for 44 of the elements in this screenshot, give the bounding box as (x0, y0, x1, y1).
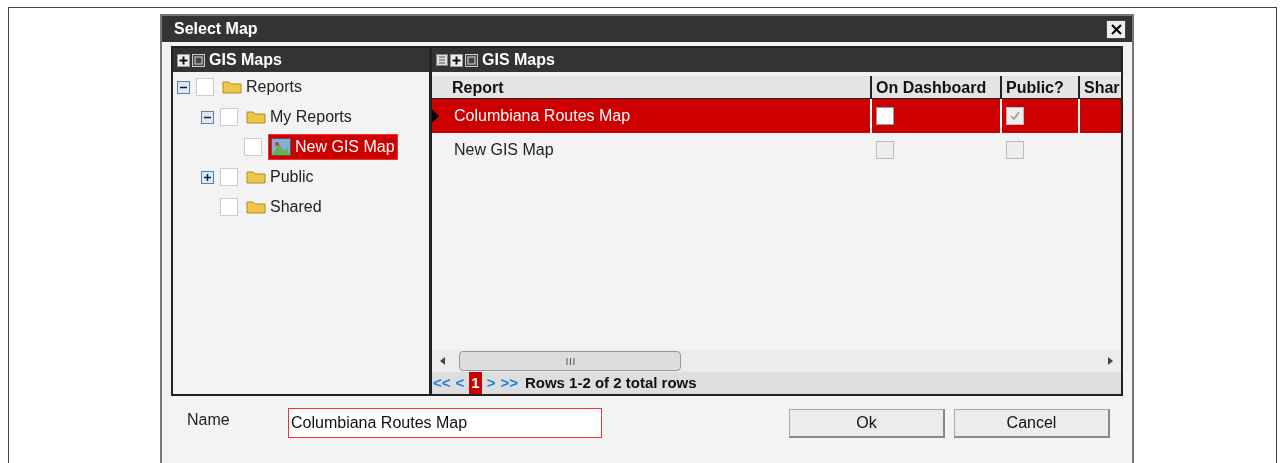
expand-icon[interactable] (201, 170, 214, 184)
collapse-all-icon[interactable] (192, 53, 205, 67)
scroll-right-icon[interactable] (1108, 357, 1113, 365)
table-cell-text: New GIS Map (453, 140, 555, 160)
folder-icon (246, 170, 266, 184)
close-button[interactable] (1106, 19, 1126, 39)
close-icon (1110, 23, 1122, 35)
tree-item[interactable]: New GIS Map (268, 134, 398, 160)
panel-title: GIS Maps (209, 50, 282, 70)
horizontal-scrollbar[interactable] (432, 350, 1121, 372)
checkbox[interactable] (244, 138, 262, 156)
collapse-all-icon[interactable] (465, 53, 478, 67)
expand-all-icon[interactable] (450, 53, 463, 67)
panel-title: GIS Maps (482, 50, 555, 70)
page-link[interactable]: 1 (469, 371, 482, 395)
checkbox[interactable] (196, 78, 214, 96)
column-header[interactable]: Shar (1080, 76, 1121, 98)
ok-button[interactable]: Ok (789, 408, 945, 438)
window-title: Select Map (174, 19, 258, 39)
tree-item[interactable]: My Reports (244, 105, 354, 129)
collapse-icon[interactable] (177, 80, 190, 94)
collapse-icon[interactable] (201, 110, 214, 124)
checkbox[interactable] (220, 108, 238, 126)
folder-icon (246, 110, 266, 124)
name-field[interactable]: Columbiana Routes Map (288, 408, 602, 438)
grip-icon (565, 357, 575, 365)
folder-icon (222, 80, 242, 94)
tree-item[interactable]: Reports (220, 75, 305, 99)
field-label: Name (187, 410, 231, 430)
cancel-button[interactable]: Cancel (954, 408, 1110, 438)
checkbox[interactable] (220, 198, 238, 216)
row-pointer-icon (432, 109, 439, 123)
tree-item[interactable]: Public (244, 165, 316, 189)
scroll-left-icon[interactable] (440, 357, 445, 365)
expand-all-icon[interactable] (177, 53, 190, 67)
table-row[interactable]: Columbiana Routes Map (432, 99, 1121, 133)
checkbox[interactable] (220, 168, 238, 186)
row-count: Rows 1-2 of 2 total rows (524, 372, 697, 393)
folder-icon (246, 200, 266, 214)
tree-item[interactable]: Shared (244, 195, 324, 219)
checkmark-icon (1009, 110, 1021, 122)
checkbox[interactable] (876, 107, 894, 125)
map-icon (271, 138, 291, 156)
table-cell: Columbiana Routes Map (448, 99, 872, 133)
